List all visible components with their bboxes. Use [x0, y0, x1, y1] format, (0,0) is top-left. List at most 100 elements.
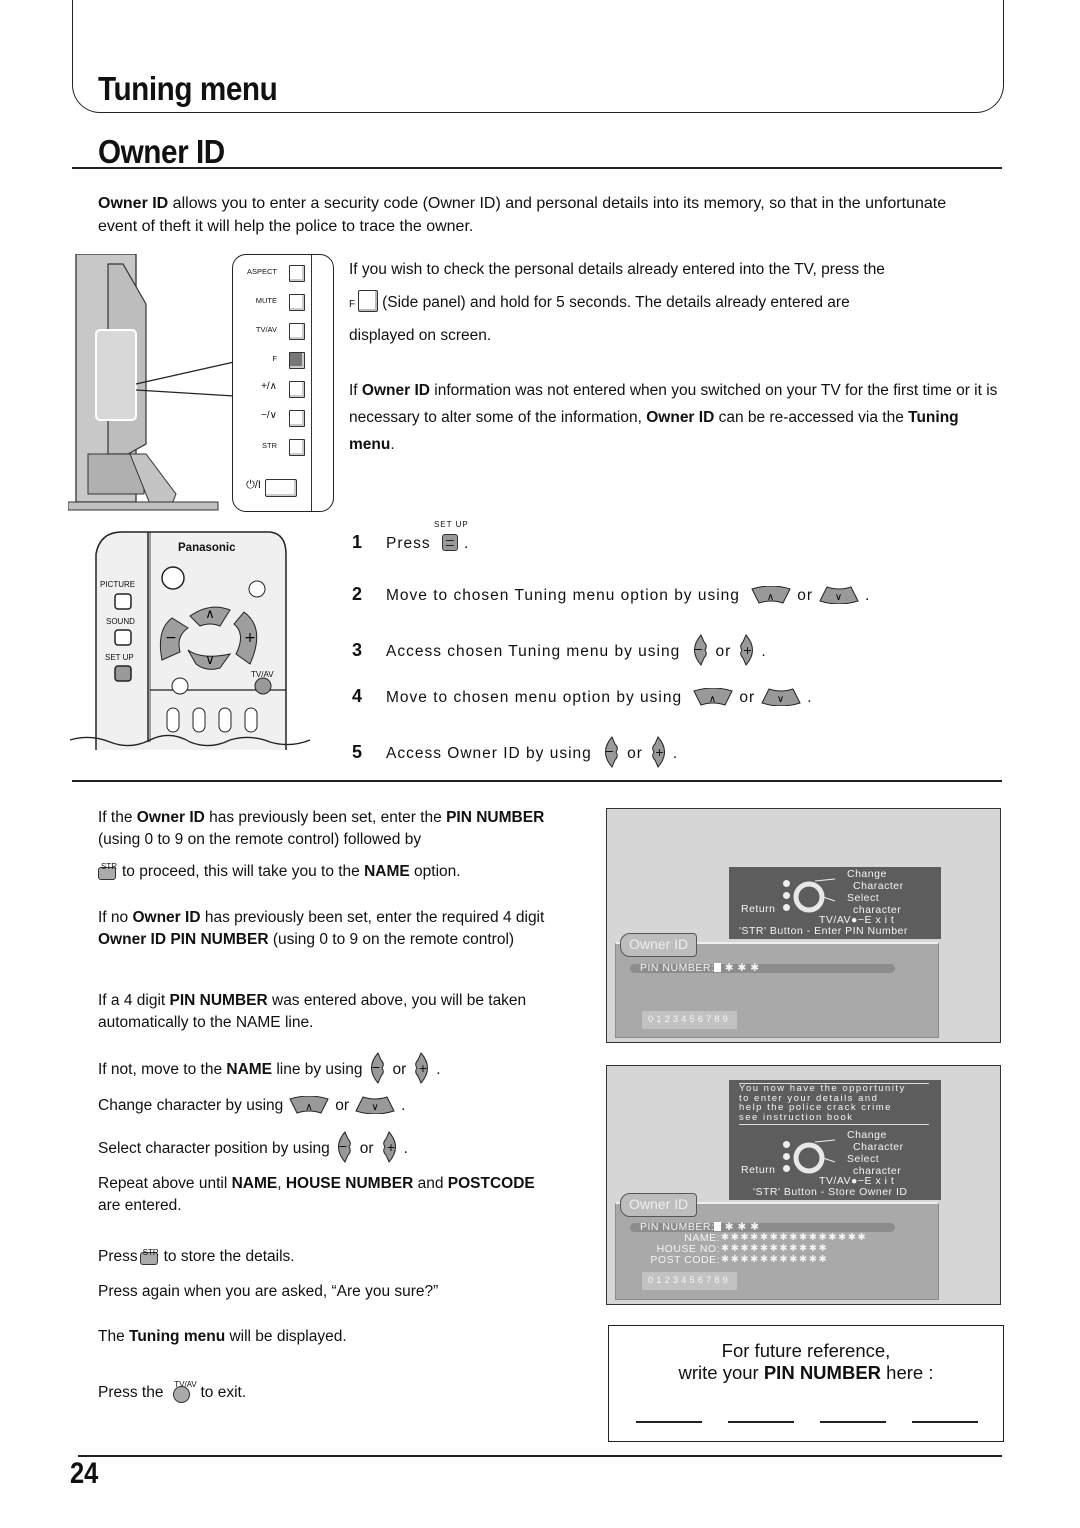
intro-paragraph: Owner ID allows you to enter a security … [98, 192, 978, 238]
osd-change: Change [847, 1129, 887, 1141]
text: Change character by using [98, 1097, 284, 1114]
osd-owner-id-panel: Owner ID PIN NUMBER: ✱ ✱ ✱ 0123456789 [615, 933, 939, 1038]
pin-digit-blank-1[interactable] [636, 1421, 702, 1423]
label: MUTE [255, 296, 277, 305]
check-details-paragraph: If you wish to check the personal detail… [349, 256, 999, 349]
step-2: 2 Move to chosen Tuning menu option by us… [352, 584, 870, 605]
up-arrow-icon [693, 688, 733, 706]
bold: PIN NUMBER [446, 809, 545, 826]
mute-button [248, 580, 266, 598]
osd-dot-return [783, 904, 790, 911]
mid-rule [72, 780, 1002, 782]
minus-button-icon [690, 634, 712, 666]
text: Select character position by using [98, 1140, 330, 1157]
text: The [98, 1328, 130, 1345]
osd-screen-pin-entry: Change Character Select character Return… [606, 808, 1001, 1043]
side-button-minus-down[interactable]: −/∨ [233, 408, 333, 432]
section-title: Tuning menu [98, 70, 278, 107]
picture-button [114, 593, 132, 610]
side-button-mute[interactable]: MUTE [233, 292, 333, 316]
punct: . [672, 745, 679, 762]
osd-owner-id-tab: Owner ID [620, 1193, 698, 1217]
osd-pin-row: PIN NUMBER: ✱ ✱ ✱ [640, 962, 760, 974]
label: +/∧ [261, 381, 277, 392]
side-button-str[interactable]: STR [233, 437, 333, 461]
plus-glyph: + [244, 630, 256, 646]
plus-button-icon [378, 1131, 400, 1163]
tv-button-panel-mini [95, 329, 137, 421]
text: can be re-accessed via the [714, 409, 909, 426]
step-5: 5 Access Owner ID by using or. [352, 736, 678, 768]
text: Press [98, 1248, 138, 1265]
osd-owner-id-tab: Owner ID [620, 933, 698, 957]
pin-value: ✱ ✱ ✱ [724, 962, 760, 974]
side-button-plus-up[interactable]: +/∧ [233, 379, 333, 403]
move-name-line: If not, move to the NAME line by using or… [98, 1052, 441, 1084]
step-number: 4 [352, 686, 363, 706]
bold: Owner ID [646, 409, 715, 426]
button-icon [289, 381, 305, 398]
bold: NAME [226, 1061, 273, 1078]
str-caption: STR [101, 862, 117, 871]
minus-button-icon [367, 1052, 389, 1084]
step-number: 2 [352, 584, 363, 604]
side-button-f[interactable]: F [233, 350, 333, 374]
osd-dot-2 [783, 892, 790, 899]
title-rule [72, 167, 1002, 169]
callout-line-bottom [135, 389, 235, 397]
side-button-power[interactable]: ⏻/I [233, 477, 333, 501]
tvav-caption: TV/AV [174, 1380, 197, 1389]
pin-digit-blank-4[interactable] [912, 1421, 978, 1423]
color-button-4 [244, 707, 258, 733]
button-icon [289, 410, 305, 427]
pin-digit-blank-3[interactable] [820, 1421, 886, 1423]
or: or [335, 1097, 350, 1114]
tvav-button [254, 677, 272, 695]
or: or [715, 643, 732, 660]
text: has previously been set, enter the [204, 809, 447, 826]
remote-control-illustration: ∧ ∨ − + Panasonic PICTURE SOUND SET UP T… [70, 530, 310, 750]
text: If a 4 digit [98, 992, 170, 1009]
osd-change: Change [847, 868, 887, 880]
pin-digit-blank-2[interactable] [728, 1421, 794, 1423]
bold: Owner ID [361, 382, 430, 399]
pin-label: PIN NUMBER: [640, 962, 715, 974]
bold: Owner ID [136, 809, 205, 826]
side-panel-callout: ASPECT MUTE TV/AV F +/∧ −/∨ STR ⏻/I [232, 254, 334, 512]
intro-text: allows you to enter a security code (Own… [98, 195, 947, 235]
setup-label: SET UP [105, 653, 134, 662]
button-icon [289, 265, 305, 282]
setup-button [114, 665, 132, 682]
bold: Tuning menu [129, 1328, 226, 1345]
up-glyph: ∧ [205, 607, 215, 622]
osd-digit-strip: 0123456789 [642, 1011, 737, 1029]
f-button-icon [358, 290, 379, 312]
pin-note-line-1: For future reference, [721, 1340, 891, 1361]
tuning-displayed-line: The Tuning menu will be displayed. [98, 1325, 347, 1348]
step-text: Move to chosen Tuning menu option by usi… [386, 587, 740, 604]
select-pos-line: Select character position by using or. [98, 1131, 408, 1163]
pin-entered-paragraph: If a 4 digit PIN NUMBER was entered abov… [98, 990, 568, 1034]
step-1: 1 Press SET UP. [352, 520, 469, 553]
text: . [390, 436, 395, 453]
tv-side-illustration [68, 254, 235, 511]
osd-house-value: ✱✱✱✱✱✱✱✱✱✱✱ [721, 1243, 829, 1254]
setup-key: SET UP [434, 520, 468, 553]
osd-message-line: see instruction book [739, 1111, 854, 1123]
step-text: Press [386, 535, 431, 552]
text: Repeat above until [98, 1175, 232, 1192]
bold: Owner ID [132, 909, 201, 926]
osd-character: Character [853, 1141, 904, 1153]
check-line-1: If you wish to check the personal detail… [349, 261, 885, 278]
side-button-tvav[interactable]: TV/AV [233, 321, 333, 345]
plus-button-icon [647, 736, 669, 768]
bold: NAME [231, 1175, 278, 1192]
osd-dot-return [783, 1165, 790, 1172]
bold: Owner ID PIN NUMBER [98, 931, 269, 948]
check-line-2-text: (Side panel) and hold for 5 seconds. The… [382, 294, 850, 311]
side-button-aspect[interactable]: ASPECT [233, 263, 333, 287]
osd-postcode-value: ✱✱✱✱✱✱✱✱✱✱✱ [721, 1254, 829, 1265]
pin-set-line-3: STR to proceed, this will take you to the… [98, 861, 568, 883]
osd-select: Select [847, 1153, 880, 1165]
punct: . [807, 689, 813, 706]
